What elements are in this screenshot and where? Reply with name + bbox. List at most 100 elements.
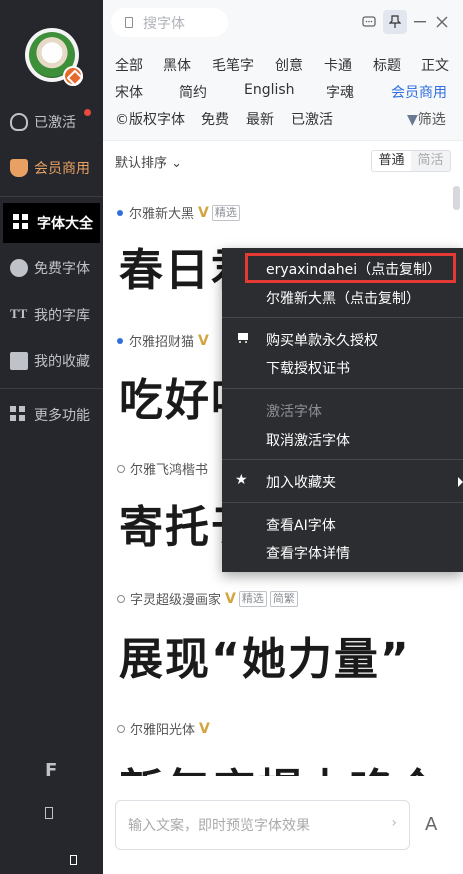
sidebar-item-more[interactable]: 更多功能 [0,395,103,435]
font-name: 字灵超级漫画家 [130,593,222,608]
tag-featured: 精选 [238,590,267,607]
preview-input-bar: 输入文案，即时预览字体效果 › A [103,776,463,874]
sidebar-item-label: 我的收藏 [34,354,90,370]
free-icon [10,259,28,277]
sidebar-item-favorites[interactable]: 我的收藏 [0,341,103,381]
font-title: 字灵超级漫画家 V 精选 简繁 [117,589,298,608]
input-placeholder: 输入文案，即时预览字体效果 [128,818,310,834]
title-bar: 搜字体 [103,0,463,45]
divider [222,388,463,389]
sidebar-item-my-library[interactable]: TT 我的字库 [0,295,103,335]
chevron-right-icon[interactable]: › [391,815,397,831]
font-settings-button[interactable]: A [425,814,437,835]
category-english[interactable]: English [244,82,295,98]
category-simple[interactable]: 简约 [179,82,207,102]
divider [222,317,463,318]
menu-copy-chinese-name[interactable]: 尔雅新大黑（点击复制） [222,285,463,311]
category-member[interactable]: 会员商用 [391,82,447,102]
category-title[interactable]: 标题 [373,55,401,75]
menu-add-favorite[interactable]: ★ 加入收藏夹 [222,469,463,495]
tag-simp-trad: 简繁 [269,590,298,607]
selected-dot-icon [117,209,123,216]
unselected-ring-icon [117,464,125,473]
font-name: 尔雅招财猫 [129,335,195,350]
scrollbar[interactable] [453,186,460,210]
cart-icon [236,333,250,344]
divider [222,459,463,460]
toggle-traditional[interactable]: 简活 [411,151,450,171]
script-toggle: 普通 简活 [371,150,451,172]
phone-icon[interactable] [45,807,53,819]
sidebar-item-member[interactable]: 会员商用 [0,148,103,188]
grid-icon [13,214,31,232]
unselected-ring-icon [117,594,125,603]
avatar[interactable] [25,28,83,86]
unselected-ring-icon [117,724,125,733]
preview-text-input[interactable]: 输入文案，即时预览字体效果 › [115,800,410,850]
sidebar-item-label: 更多功能 [34,408,90,424]
search-input[interactable]: 搜字体 [111,8,228,37]
phone-outline-icon [125,17,133,28]
sidebar-item-free[interactable]: 免费字体 [0,248,103,288]
filter-icon: ▼ [407,112,418,128]
bulb-icon [10,113,28,131]
device-icon[interactable] [70,855,77,865]
menu-view-ai-font[interactable]: 查看AI字体 [222,512,463,538]
divider [0,388,103,389]
filter-button[interactable]: ▼筛选 [407,109,446,129]
star-icon: ★ [235,472,248,488]
category-all[interactable]: 全部 [115,55,143,75]
category-latest[interactable]: 最新 [246,109,274,129]
font-preview: 展现“她力量” [119,634,411,685]
category-copyright[interactable]: ©版权字体 [115,109,185,129]
close-icon[interactable] [432,12,452,32]
selected-dot-icon [117,337,123,344]
sidebar-item-activated[interactable]: 已激活 [0,102,103,142]
font-title: 尔雅招财猫 V [117,331,209,350]
category-cartoon[interactable]: 卡通 [324,55,352,75]
vip-check-icon: V [199,720,210,737]
font-name: 尔雅新大黑 [129,207,195,222]
sort-dropdown[interactable]: 默认排序 ⌄ [115,152,182,171]
category-activated[interactable]: 已激活 [291,109,333,129]
font-title: 尔雅飞鸿楷书 [117,459,208,478]
font-title: 尔雅阳光体 V [117,719,210,738]
category-brush[interactable]: 毛笔字 [212,55,254,75]
vip-check-icon: V [198,204,209,221]
divider [222,502,463,503]
pin-icon[interactable] [383,10,407,34]
category-creative[interactable]: 创意 [275,55,303,75]
menu-activate-font[interactable]: 激活字体 [222,398,463,424]
font-preview: 新年店帽山咯个 [119,754,441,776]
toggle-normal[interactable]: 普通 [372,151,411,171]
tag-featured: 精选 [211,204,240,221]
sort-bar: 默认排序 ⌄ 普通 简活 [103,140,463,176]
apps-icon [10,406,28,424]
message-icon[interactable] [359,12,379,32]
category-body[interactable]: 正文 [421,55,449,75]
sidebar-item-label: 字体大全 [37,216,93,232]
category-free[interactable]: 免费 [201,109,229,129]
sidebar-item-all-fonts[interactable]: 字体大全 [3,203,100,243]
highlight-box [245,253,456,283]
menu-view-font-details[interactable]: 查看字体详情 [222,540,463,566]
sidebar-item-label: 已激活 [34,115,76,131]
shield-icon [10,159,28,177]
category-filter: 全部 黑体 毛笔字 创意 卡通 标题 正文 宋体 简约 English 字魂 会… [103,45,463,140]
vip-check-icon: V [198,332,209,349]
category-song[interactable]: 宋体 [115,82,143,102]
divider [0,196,103,197]
category-zihun[interactable]: 字魂 [326,82,354,102]
sidebar-item-label: 免费字体 [34,261,90,277]
folder-icon [10,352,28,370]
category-hei[interactable]: 黑体 [163,55,191,75]
text-type-icon: TT [10,306,28,321]
menu-deactivate-font[interactable]: 取消激活字体 [222,427,463,453]
sidebar-item-label: 会员商用 [34,161,90,177]
menu-buy-license[interactable]: 购买单款永久授权 [222,327,463,353]
menu-download-certificate[interactable]: 下载授权证书 [222,355,463,381]
logo-icon[interactable]: F [45,760,57,781]
sidebar: 已激活 会员商用 字体大全 免费字体 TT 我的字库 我的收藏 更多功能 F [0,0,103,874]
font-title: 尔雅新大黑 V 精选 [117,203,240,222]
minimize-icon[interactable] [410,12,430,32]
